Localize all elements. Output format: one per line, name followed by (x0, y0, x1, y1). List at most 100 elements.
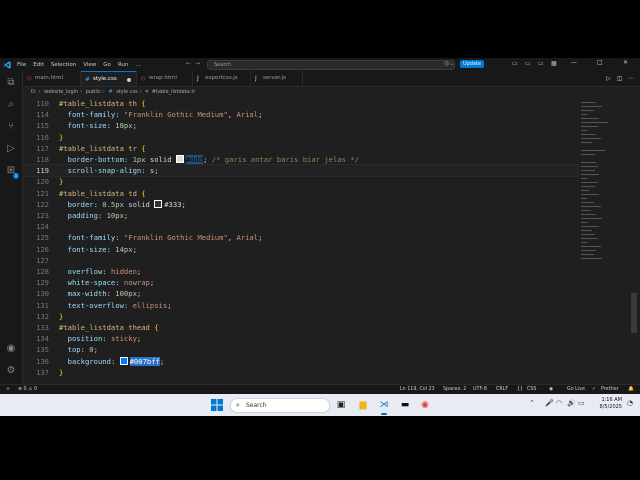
tab-main-html[interactable]: ◇ main.html (23, 71, 81, 86)
minimap[interactable] (577, 98, 627, 348)
tab-exportcsv-js[interactable]: J exportcsv.js (193, 71, 251, 86)
menu-selection[interactable]: Selection (51, 62, 76, 68)
nav-arrows-icon[interactable]: ←→ (186, 60, 204, 67)
manage-gear-icon[interactable]: ⚙ (5, 365, 17, 377)
breadcrumb-item[interactable]: #table_listdata tr (152, 89, 196, 95)
volume-icon[interactable]: 🔊 (567, 399, 576, 407)
mic-icon[interactable]: 🎤 (545, 399, 554, 407)
menu-go[interactable]: Go (103, 62, 111, 68)
breadcrumb-item[interactable]: public (86, 89, 101, 95)
unsaved-dot-icon[interactable] (127, 78, 131, 82)
breadcrumb-item[interactable]: D: (31, 89, 37, 95)
scrollbar-thumb[interactable] (631, 293, 637, 333)
maximize-icon[interactable]: □ (597, 59, 603, 66)
toggle-panel-icon[interactable]: ▭ (525, 60, 531, 67)
menu-run[interactable]: Run (118, 62, 129, 68)
run-debug-icon[interactable]: ▷ (5, 143, 17, 155)
windows-start-icon[interactable] (211, 399, 223, 411)
tab-server-js[interactable]: J server.js (251, 71, 303, 86)
copilot-icon[interactable]: ◎⌄ (444, 60, 454, 67)
code-line[interactable]: 131 text-overflow: ellipsis; (23, 300, 578, 311)
customize-layout-icon[interactable]: ▦ (551, 60, 557, 67)
close-icon[interactable]: ✕ (623, 59, 628, 66)
file-explorer-icon[interactable]: ▆ (356, 398, 370, 412)
code-line[interactable]: 121 #table_listdata td { (23, 188, 578, 199)
code-line[interactable]: 115 font-size: 18px; (23, 120, 578, 131)
code-line[interactable]: 117 #table_listdata tr { (23, 143, 578, 154)
source-control-icon[interactable]: ⑂ (5, 121, 17, 133)
code-line[interactable]: 119 scroll-snap-align: s; (22, 164, 579, 178)
code-line[interactable]: 124 (23, 221, 578, 232)
chrome-icon[interactable]: ◉ (418, 398, 432, 412)
taskbar-search[interactable]: ⌕ Search (230, 398, 330, 413)
code-editor[interactable]: 110 #table_listdata th {114 font-family: … (22, 98, 583, 387)
minimap-line (581, 142, 593, 143)
tab-wrap-html[interactable]: ◇ wrap.html (137, 71, 193, 86)
code-line[interactable]: 132} (23, 311, 578, 322)
code-line[interactable]: 130 max-width: 100px; (23, 288, 578, 299)
title-bar: File Edit Selection View Go Run … ←→ Sea… (0, 58, 640, 71)
color-swatch-icon[interactable] (119, 356, 128, 365)
tray-chevron-icon[interactable]: ⌃ (529, 399, 535, 407)
account-icon[interactable]: ◉ (5, 343, 17, 355)
run-icon[interactable]: ▷ (606, 75, 611, 82)
minimize-icon[interactable]: — (571, 59, 577, 66)
tab-label: main.html (35, 75, 64, 81)
code-line[interactable]: 135 top: 0; (23, 344, 578, 355)
toggle-sidebar-icon[interactable]: ▭ (512, 60, 518, 67)
code-token: white-space (67, 278, 116, 288)
extensions-icon[interactable]: ⊞ 1 (5, 165, 19, 179)
tab-label: server.js (263, 75, 287, 81)
update-button[interactable]: Update (460, 60, 484, 68)
minimap-line (581, 194, 600, 195)
split-editor-icon[interactable]: ◫ (617, 75, 623, 82)
battery-icon[interactable]: ▭ (578, 399, 585, 407)
code-line[interactable]: 125 font-family: "Franklin Gothic Medium… (23, 232, 578, 243)
editor-scrollbar[interactable] (630, 98, 638, 387)
code-line[interactable]: 133 #table_listdata thead { (23, 322, 578, 333)
color-swatch-icon[interactable] (175, 155, 184, 163)
code-line[interactable]: 116} (23, 132, 578, 143)
explorer-icon[interactable]: ⧉ (5, 77, 17, 89)
code-line[interactable]: 134 position: sticky; (23, 333, 578, 344)
tab-style-css[interactable]: # style.css (81, 71, 137, 86)
minimap-line (581, 242, 587, 243)
command-center-search[interactable]: Search (207, 60, 455, 70)
minimap-line (581, 134, 597, 135)
code-line[interactable]: 114 font-family: "Franklin Gothic Medium… (23, 109, 578, 120)
code-line[interactable]: 129 white-space: nowrap; (23, 277, 578, 288)
js-icon: J (197, 75, 199, 82)
more-actions-icon[interactable]: ⋯ (628, 75, 634, 82)
code-line[interactable]: 120} (23, 176, 578, 187)
notification-center-icon[interactable]: ◔ (627, 399, 633, 407)
code-line[interactable]: 127 (23, 255, 578, 266)
menu-view[interactable]: View (83, 62, 96, 68)
breadcrumb-item[interactable]: style.css (116, 89, 138, 95)
minimap-line (581, 258, 602, 259)
toggle-secondary-sidebar-icon[interactable]: ▭ (538, 60, 544, 67)
vscode-taskbar-icon[interactable]: ⋊ (377, 398, 391, 415)
code-line[interactable]: 122 border: 0.5px solid #333; (23, 199, 578, 210)
terminal-icon[interactable]: ▬ (398, 398, 412, 412)
wifi-icon[interactable]: ◠ (556, 399, 562, 407)
minimap-line (581, 230, 593, 231)
task-view-icon[interactable]: ▣ (334, 398, 348, 412)
code-line[interactable]: 118 border-bottom: 1px solid #ddd; /* ga… (23, 154, 578, 165)
menu-more[interactable]: … (135, 62, 141, 68)
code-line[interactable]: 136 background: #007bff; (23, 356, 578, 367)
code-line[interactable]: 128 overflow: hidden; (23, 266, 578, 277)
code-line[interactable]: 126 font-size: 14px; (23, 244, 578, 255)
color-swatch-icon[interactable] (154, 199, 163, 208)
code-line[interactable]: 123 padding: 10px; (23, 210, 578, 221)
code-line[interactable]: 110 #table_listdata th { (23, 98, 578, 109)
html-icon: ◇ (141, 75, 146, 82)
system-clock[interactable]: 1:16 AM 8/5/2025 (596, 397, 622, 411)
menu-file[interactable]: File (17, 62, 26, 68)
minimap-line (581, 114, 587, 115)
menu-edit[interactable]: Edit (33, 62, 44, 68)
search-icon[interactable]: ⌕ (5, 99, 17, 111)
breadcrumb-item[interactable]: website_login (44, 89, 78, 95)
code-line[interactable]: 137} (23, 367, 578, 378)
